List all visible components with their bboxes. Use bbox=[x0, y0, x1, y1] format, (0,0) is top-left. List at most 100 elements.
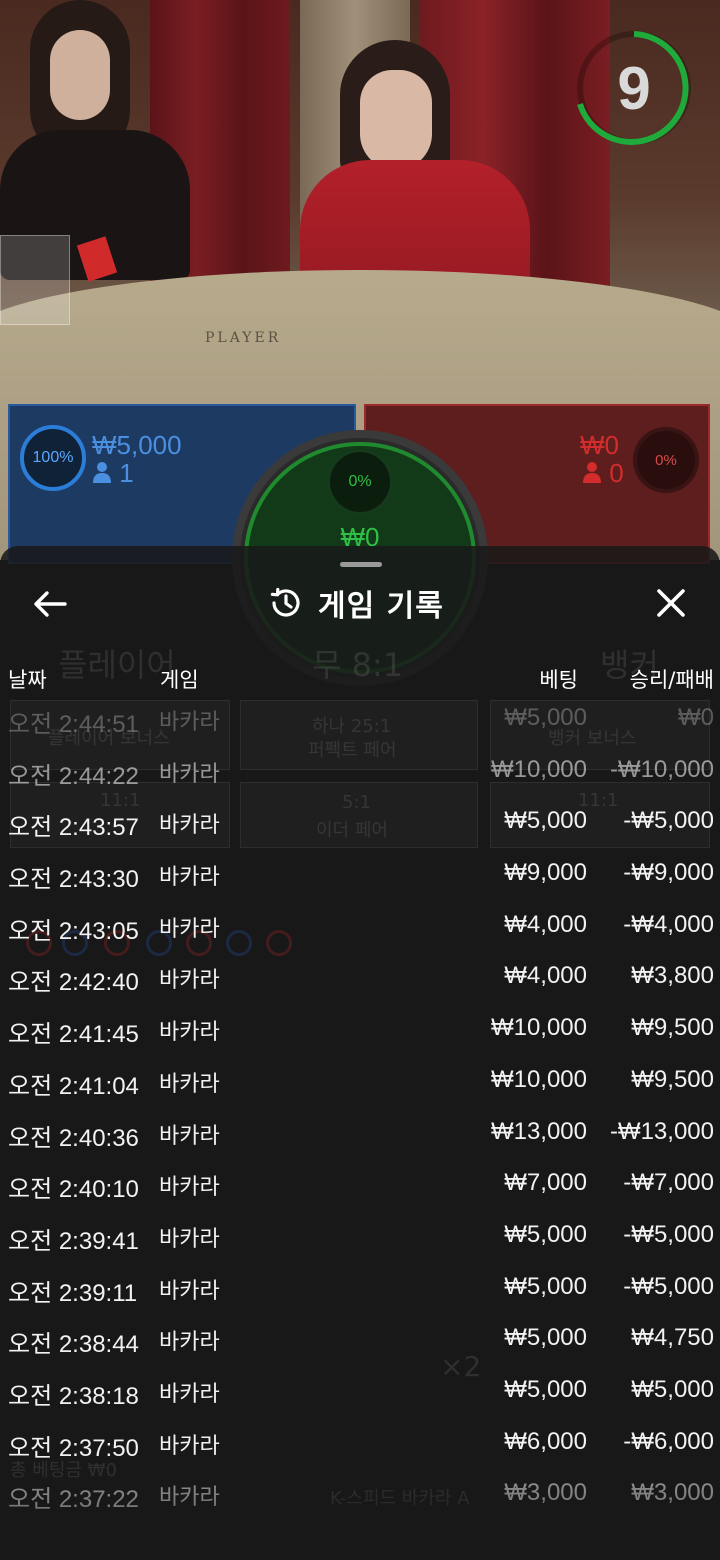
row-bet: ₩5,000 bbox=[504, 1272, 587, 1300]
row-result: ₩3,800 bbox=[631, 962, 714, 990]
row-game: 바카라 bbox=[159, 1175, 220, 1201]
row-game: 바카라 bbox=[159, 1381, 220, 1407]
row-game: 바카라 bbox=[159, 710, 220, 735]
row-date: 오전 2:42:40 bbox=[8, 969, 139, 997]
history-row[interactable]: 오전 2:44:22 바카라 ₩10,000 -₩10,000 bbox=[0, 744, 720, 796]
bg-tie-label: 무 8:1 bbox=[312, 646, 404, 684]
history-row[interactable]: 오전 2:40:36 바카라 ₩13,000 -₩13,000 bbox=[0, 1106, 720, 1158]
row-game: 바카라 bbox=[159, 1330, 220, 1356]
history-row[interactable]: 오전 2:37:50 바카라 ₩6,000 -₩6,000 bbox=[0, 1416, 720, 1468]
row-result: -₩5,000 bbox=[623, 1272, 714, 1300]
row-result: -₩13,000 bbox=[609, 1117, 714, 1145]
row-game: 바카라 bbox=[159, 1278, 220, 1304]
history-row[interactable]: 오전 2:43:57 바카라 ₩5,000 -₩5,000 bbox=[0, 795, 720, 847]
row-date: 오전 2:38:18 bbox=[8, 1382, 139, 1410]
row-bet: ₩10,000 bbox=[490, 755, 587, 783]
row-result: -₩7,000 bbox=[623, 1169, 714, 1197]
row-date: 오전 2:37:50 bbox=[8, 1434, 139, 1462]
close-button[interactable] bbox=[648, 580, 694, 626]
player-count-value: 1 bbox=[119, 458, 134, 488]
row-game: 바카라 bbox=[159, 1433, 220, 1459]
banker-count-value: 0 bbox=[609, 458, 624, 488]
history-row[interactable]: 오전 2:38:18 바카라 ₩5,000 ₩5,000 bbox=[0, 1364, 720, 1416]
history-row[interactable]: 오전 2:41:04 바카라 ₩10,000 ₩9,500 bbox=[0, 1054, 720, 1106]
history-row[interactable]: 오전 2:41:45 바카라 ₩10,000 ₩9,500 bbox=[0, 1002, 720, 1054]
row-date: 오전 2:41:45 bbox=[8, 1021, 139, 1049]
history-row[interactable]: 오전 2:39:41 바카라 ₩5,000 -₩5,000 bbox=[0, 1209, 720, 1261]
row-game: 바카라 bbox=[159, 1020, 220, 1046]
history-row[interactable]: 오전 2:37:22 바카라 ₩3,000 ₩3,000 bbox=[0, 1467, 720, 1519]
row-result: -₩10,000 bbox=[609, 755, 714, 783]
history-row[interactable]: 오전 2:44:51 바카라 ₩5,000 ₩0 bbox=[0, 692, 720, 744]
history-row[interactable]: 오전 2:39:11 바카라 ₩5,000 -₩5,000 bbox=[0, 1261, 720, 1313]
row-game: 바카라 bbox=[159, 1485, 220, 1511]
countdown-timer: 9 bbox=[574, 28, 694, 148]
row-date: 오전 2:41:04 bbox=[8, 1072, 139, 1100]
column-header-date: 날짜 bbox=[8, 668, 47, 692]
row-result: -₩9,000 bbox=[623, 859, 714, 887]
user-icon bbox=[93, 462, 111, 483]
history-row[interactable]: 오전 2:42:40 바카라 ₩4,000 ₩3,800 bbox=[0, 950, 720, 1002]
row-result: -₩5,000 bbox=[623, 807, 714, 835]
row-result: -₩6,000 bbox=[623, 1427, 714, 1455]
row-result: -₩5,000 bbox=[623, 1220, 714, 1248]
row-game: 바카라 bbox=[159, 1226, 220, 1252]
row-date: 오전 2:38:44 bbox=[8, 1331, 139, 1359]
row-result: ₩5,000 bbox=[631, 1375, 714, 1403]
user-icon bbox=[583, 462, 601, 483]
row-bet: ₩5,000 bbox=[504, 1220, 587, 1248]
banker-bet-amount: ₩0 bbox=[580, 430, 619, 460]
row-bet: ₩5,000 bbox=[504, 704, 587, 731]
row-date: 오전 2:39:41 bbox=[8, 1227, 139, 1255]
row-game: 바카라 bbox=[159, 761, 220, 787]
row-result: -₩4,000 bbox=[623, 910, 714, 938]
row-bet: ₩4,000 bbox=[504, 962, 587, 990]
history-row[interactable]: 오전 2:43:05 바카라 ₩4,000 -₩4,000 bbox=[0, 899, 720, 951]
row-bet: ₩10,000 bbox=[490, 1065, 587, 1093]
column-header-bet: 베팅 bbox=[539, 668, 578, 692]
table-player-label: PLAYER bbox=[205, 330, 282, 346]
row-bet: ₩5,000 bbox=[504, 1324, 587, 1352]
back-button[interactable] bbox=[28, 582, 72, 626]
row-game: 바카라 bbox=[159, 1123, 220, 1149]
bg-player-label: 플레이어 bbox=[58, 646, 176, 684]
history-row[interactable]: 오전 2:40:10 바카라 ₩7,000 -₩7,000 bbox=[0, 1157, 720, 1209]
sheet-header: 게임 기록 bbox=[268, 580, 444, 626]
row-bet: ₩7,000 bbox=[504, 1169, 587, 1197]
row-date: 오전 2:43:05 bbox=[8, 917, 139, 945]
sheet-drag-handle[interactable] bbox=[340, 562, 382, 567]
player-bettor-count: 1 bbox=[92, 458, 134, 489]
card-shoe bbox=[0, 235, 70, 325]
tie-percent: 0% bbox=[327, 449, 393, 515]
row-bet: ₩13,000 bbox=[490, 1117, 587, 1145]
history-clock-icon bbox=[270, 587, 300, 617]
row-result: ₩4,750 bbox=[631, 1324, 714, 1352]
arrow-left-icon bbox=[34, 591, 67, 617]
row-result: ₩9,500 bbox=[631, 1014, 714, 1042]
column-header-game: 게임 bbox=[160, 668, 199, 692]
row-bet: ₩3,000 bbox=[504, 1479, 587, 1507]
column-header-result: 승리/패배 bbox=[629, 668, 714, 692]
row-bet: ₩5,000 bbox=[504, 1375, 587, 1403]
player-percent: 100% bbox=[20, 425, 86, 491]
row-bet: ₩6,000 bbox=[504, 1427, 587, 1455]
history-list: 오전 2:44:51 바카라 ₩5,000 ₩0 오전 2:44:22 바카라 … bbox=[0, 692, 720, 1519]
history-row[interactable]: 오전 2:38:44 바카라 ₩5,000 ₩4,750 bbox=[0, 1312, 720, 1364]
row-game: 바카라 bbox=[159, 813, 220, 839]
row-game: 바카라 bbox=[159, 968, 220, 994]
row-date: 오전 2:39:11 bbox=[8, 1279, 138, 1307]
timer-value: 9 bbox=[617, 54, 651, 122]
row-game: 바카라 bbox=[159, 916, 220, 942]
row-date: 오전 2:40:36 bbox=[8, 1124, 139, 1152]
row-date: 오전 2:37:22 bbox=[8, 1486, 139, 1514]
row-result: ₩0 bbox=[678, 704, 714, 731]
row-date: 오전 2:43:57 bbox=[8, 814, 139, 842]
row-result: ₩9,500 bbox=[631, 1065, 714, 1093]
row-result: ₩3,000 bbox=[631, 1479, 714, 1507]
history-row[interactable]: 오전 2:43:30 바카라 ₩9,000 -₩9,000 bbox=[0, 847, 720, 899]
row-date: 오전 2:40:10 bbox=[8, 1176, 139, 1204]
row-game: 바카라 bbox=[159, 865, 220, 891]
row-bet: ₩10,000 bbox=[490, 1014, 587, 1042]
player-bet-amount: ₩5,000 bbox=[92, 430, 182, 460]
row-date: 오전 2:43:30 bbox=[8, 866, 139, 894]
